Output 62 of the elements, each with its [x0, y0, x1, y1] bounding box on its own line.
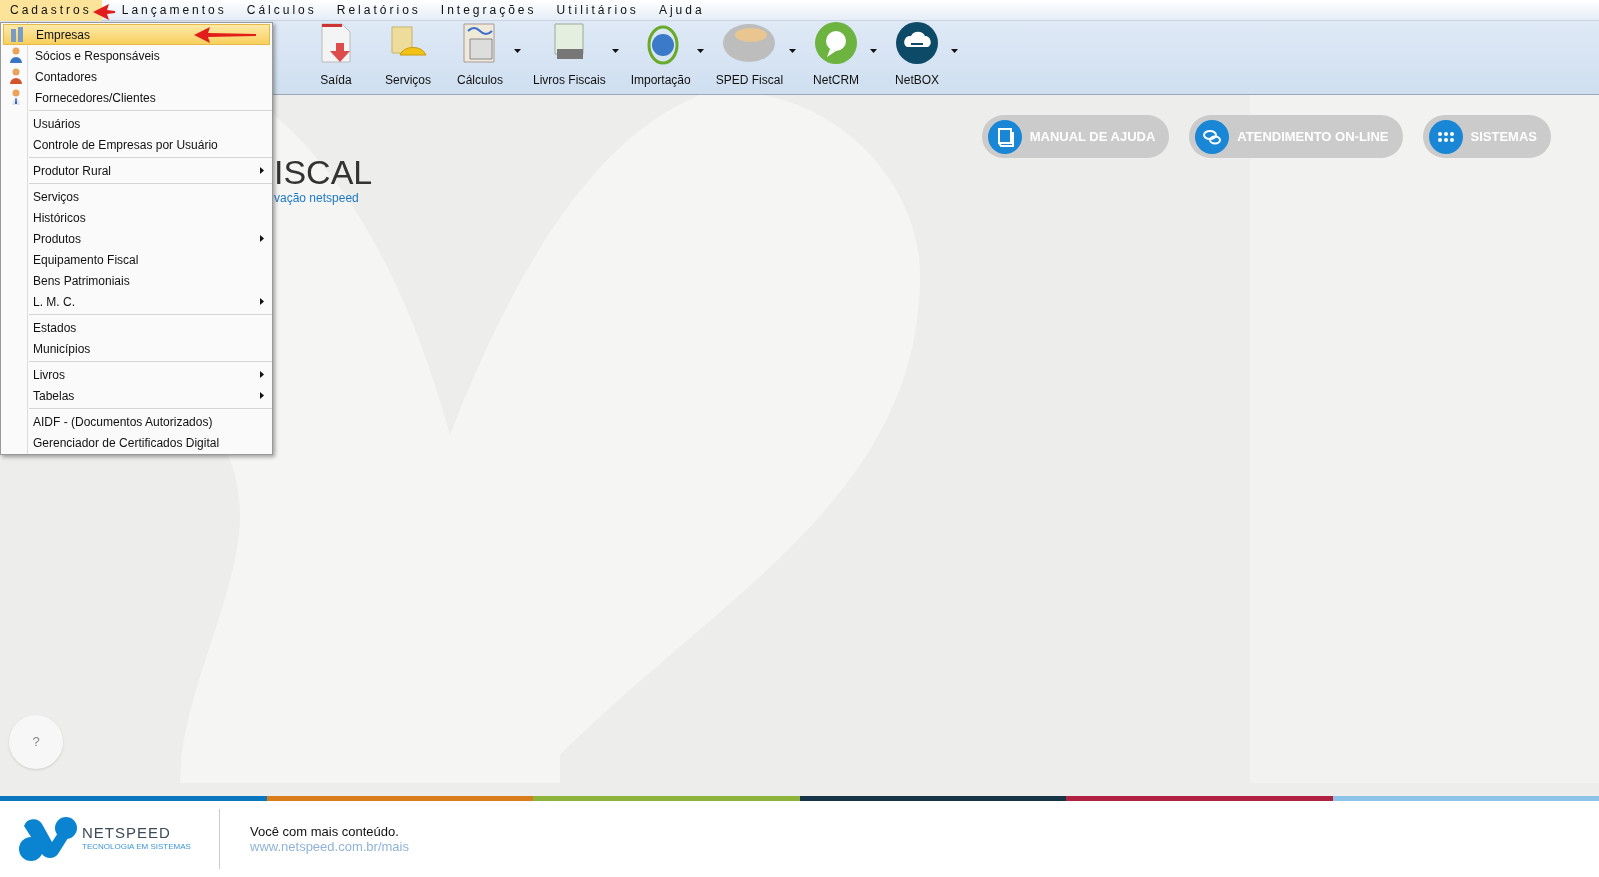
menu-item[interactable]: Históricos: [29, 207, 272, 228]
menu-item[interactable]: Produtos: [29, 228, 272, 249]
person-tie-icon: [9, 89, 23, 105]
menu-item[interactable]: Sócios e Responsáveis: [3, 45, 270, 66]
menu-item[interactable]: Contadores: [3, 66, 270, 87]
caret-icon: [696, 49, 704, 53]
menu-item[interactable]: Produtor Rural: [29, 160, 272, 181]
toolbar-button[interactable]: Livros Fiscais: [525, 21, 623, 89]
toolbar-button[interactable]: Saída: [300, 21, 372, 89]
chat-icon: [1195, 119, 1230, 154]
menu-item[interactable]: Usuários: [29, 113, 272, 134]
menu-item[interactable]: Fornecedores/Clientes: [3, 87, 270, 108]
footer-message: Você com mais conteúdo.: [250, 824, 400, 839]
submenu-arrow-icon: [260, 167, 264, 174]
caret-icon: [789, 49, 797, 53]
book-icon: [987, 119, 1022, 154]
person-icon: [9, 68, 23, 84]
caret-icon: [870, 49, 878, 53]
submenu-arrow-icon: [260, 235, 264, 242]
menu-item[interactable]: Tabelas: [29, 385, 272, 406]
brand-tagline: TECNOLOGIA EM SISTEMAS: [82, 841, 191, 853]
caret-icon: [514, 49, 521, 53]
toolbar-button[interactable]: SPED Fiscal: [707, 21, 801, 89]
menu-item[interactable]: Bens Patrimoniais: [29, 270, 272, 291]
menu-item[interactable]: Empresas: [3, 24, 270, 45]
menu-item[interactable]: Municípios: [29, 338, 272, 359]
logo-title: ISCAL: [274, 155, 373, 189]
annotation-arrow: [194, 26, 256, 44]
toolbar-button[interactable]: NetCRM: [800, 21, 882, 89]
submenu-arrow-icon: [260, 371, 264, 378]
menu-bar-item[interactable]: Lançamentos: [111, 0, 237, 21]
menu-item[interactable]: Serviços: [29, 186, 272, 207]
menu-bar-item[interactable]: Integrações: [430, 0, 547, 21]
annotation-arrow: [93, 3, 115, 21]
submenu-arrow-icon: [260, 392, 264, 399]
building-icon: [10, 27, 24, 43]
menu-bar-item[interactable]: Utilitários: [546, 0, 649, 21]
netspeed-logo-icon: [18, 816, 78, 862]
menu-item[interactable]: Controle de Empresas por Usuário: [29, 134, 272, 155]
submenu-arrow-icon: [260, 298, 264, 305]
menu-bar-item[interactable]: Relatórios: [326, 0, 431, 21]
toolbar-button[interactable]: NetBOX: [881, 21, 963, 89]
menu-item[interactable]: AIDF - (Documentos Autorizados): [29, 411, 272, 432]
brand-name: NETSPEED: [82, 825, 172, 841]
menu-item[interactable]: Equipamento Fiscal: [29, 249, 272, 270]
person-icon: [9, 47, 23, 63]
grid-icon: [1428, 119, 1463, 154]
caret-icon: [611, 49, 619, 53]
menu-item[interactable]: Estados: [29, 317, 272, 338]
menu-item[interactable]: Livros: [29, 364, 272, 385]
menu-item[interactable]: L. M. C.: [29, 291, 272, 312]
menu-item[interactable]: Gerenciador de Certificados Digital: [29, 432, 272, 453]
caret-icon: [951, 49, 959, 53]
menu-bar-item[interactable]: Cálculos: [236, 0, 327, 21]
sped-disc-icon: [721, 21, 778, 65]
toolbar-button[interactable]: Cálculos: [444, 21, 525, 89]
speech-bubble-icon: [814, 21, 859, 65]
toolbar-button[interactable]: Serviços: [372, 21, 444, 89]
logo-subtitle: vação netspeed: [274, 190, 360, 207]
menu-bar-item[interactable]: Ajuda: [648, 0, 715, 21]
menu-bar-item[interactable]: Cadastros: [0, 0, 102, 21]
toolbar-button[interactable]: Importação: [622, 21, 708, 89]
